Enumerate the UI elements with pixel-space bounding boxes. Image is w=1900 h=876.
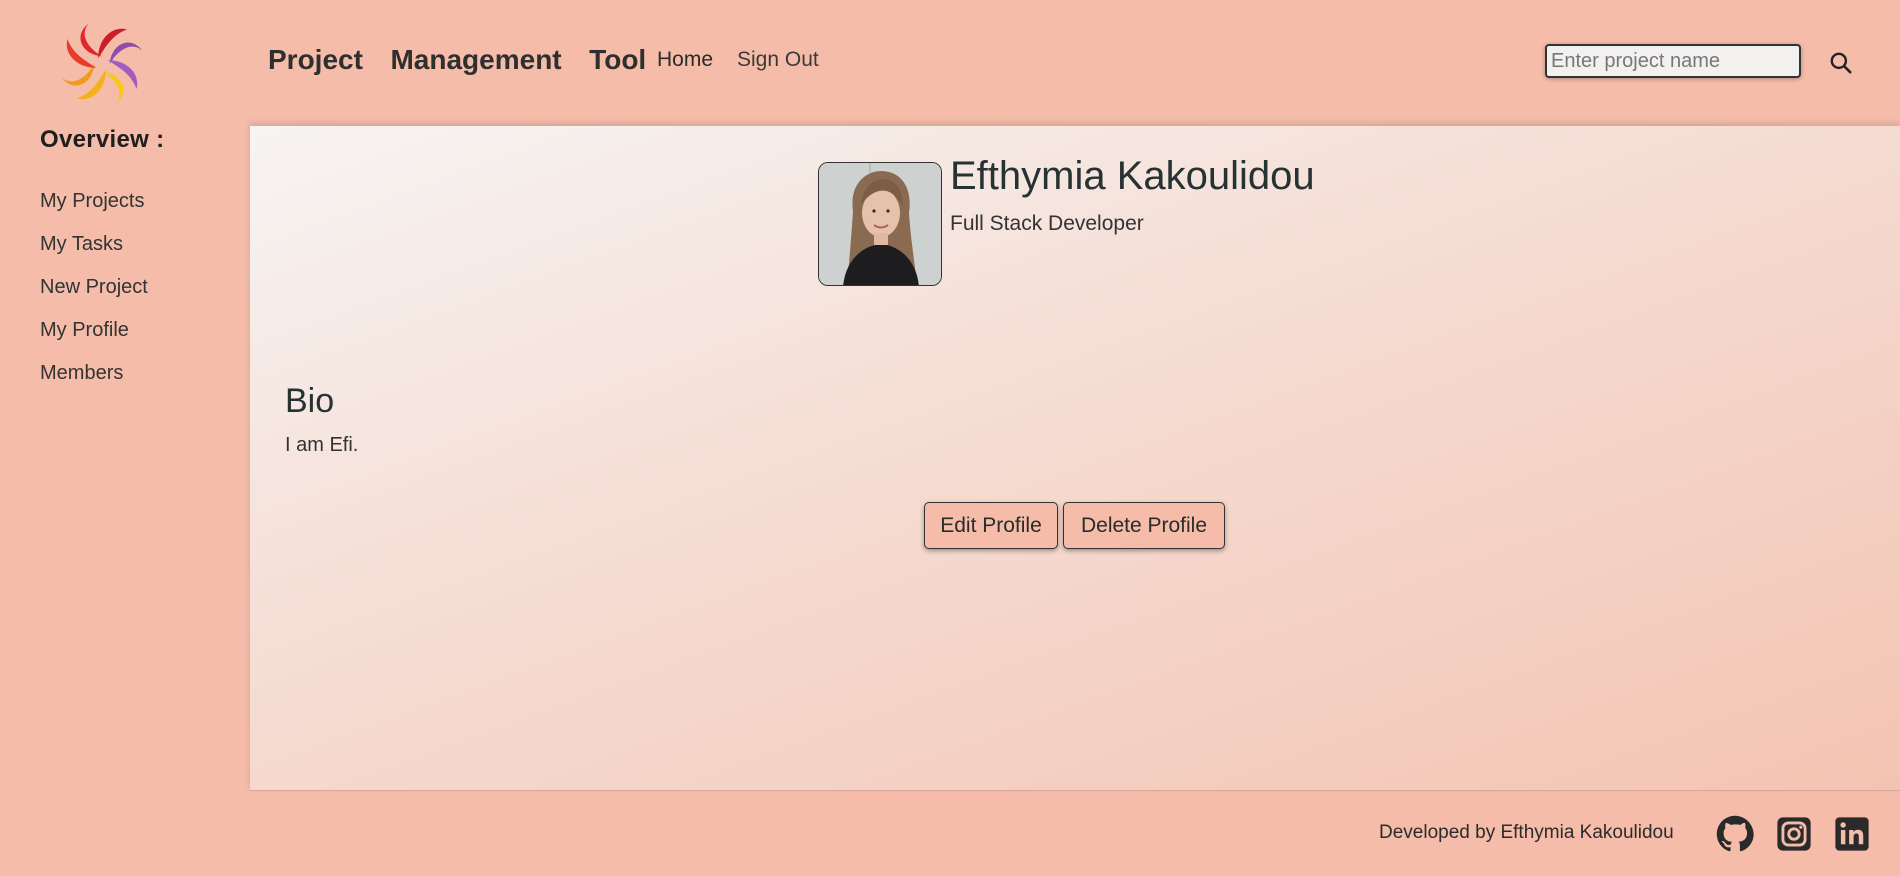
brand-title[interactable]: Project Management Tool [268, 44, 646, 76]
bio-heading: Bio [285, 382, 335, 420]
sidebar-item-my-projects[interactable]: My Projects [40, 186, 148, 229]
avatar-photo [819, 163, 941, 285]
profile-panel: Efthymia Kakoulidou Full Stack Developer… [250, 126, 1900, 791]
edit-profile-button[interactable]: Edit Profile [924, 502, 1058, 549]
app-logo [61, 23, 143, 105]
sidebar-title: Overview : [40, 126, 165, 153]
instagram-icon[interactable] [1775, 815, 1813, 853]
project-search-input[interactable] [1545, 44, 1801, 78]
nav-sign-out-link[interactable]: Sign Out [737, 48, 819, 72]
linkedin-icon[interactable] [1833, 815, 1871, 853]
nav-home-link[interactable]: Home [657, 48, 713, 72]
profile-name: Efthymia Kakoulidou [950, 154, 1315, 198]
footer-credit: Developed by Efthymia Kakoulidou [1379, 822, 1674, 843]
profile-avatar [818, 162, 942, 286]
github-icon[interactable] [1716, 815, 1754, 853]
sidebar-item-new-project[interactable]: New Project [40, 272, 148, 315]
sidebar-item-my-profile[interactable]: My Profile [40, 315, 148, 358]
profile-role: Full Stack Developer [950, 212, 1144, 235]
bio-text: I am Efi. [285, 434, 359, 456]
sidebar-item-members[interactable]: Members [40, 358, 148, 401]
search-icon[interactable] [1828, 50, 1854, 76]
sidebar-item-my-tasks[interactable]: My Tasks [40, 229, 148, 272]
sidebar-nav: My Projects My Tasks New Project My Prof… [40, 186, 148, 401]
delete-profile-button[interactable]: Delete Profile [1063, 502, 1225, 549]
